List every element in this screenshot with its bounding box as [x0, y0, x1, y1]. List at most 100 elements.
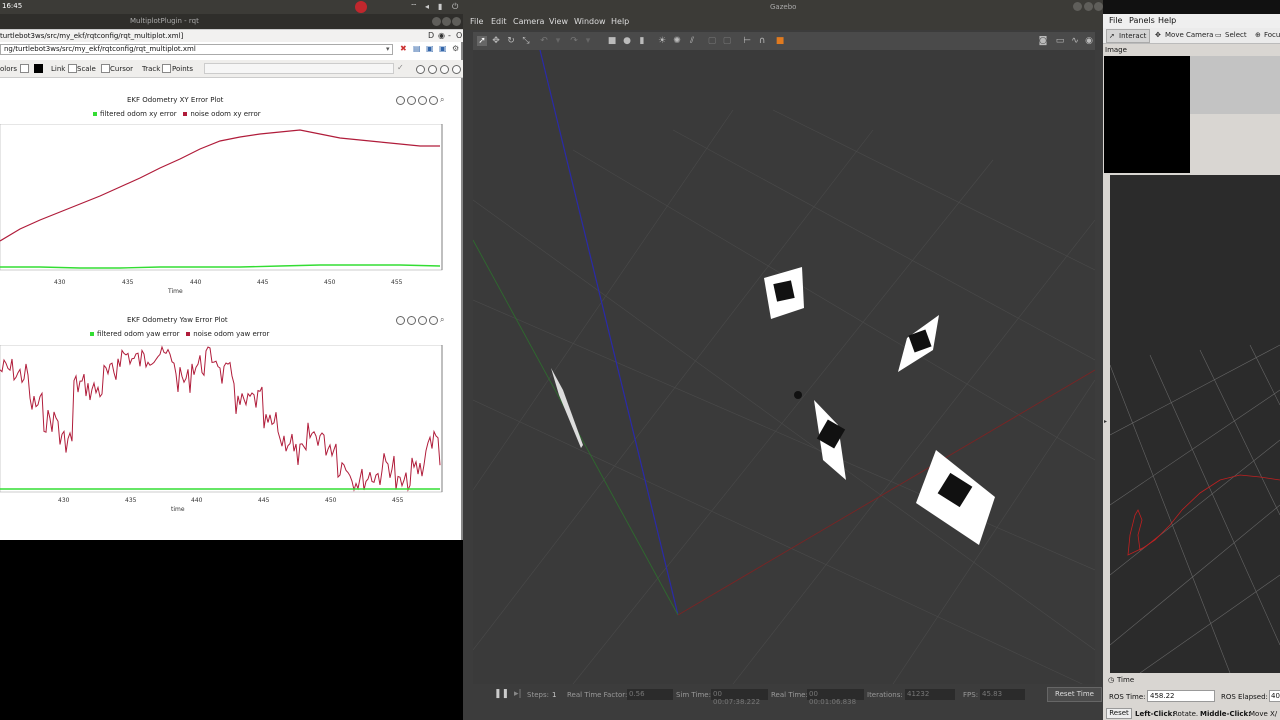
plot1-pause-icon[interactable]: [396, 96, 405, 105]
point-light-icon[interactable]: ☀: [657, 36, 667, 46]
plot2-canvas[interactable]: [0, 345, 446, 495]
log-icon[interactable]: ▭: [1055, 36, 1065, 46]
scale-icon[interactable]: ⤡: [521, 36, 531, 46]
menu-edit[interactable]: Edit: [491, 17, 507, 26]
menu-file[interactable]: File: [470, 17, 483, 26]
plot-icon[interactable]: ∿: [1070, 36, 1080, 46]
close-plugin-icon[interactable]: O: [456, 31, 462, 40]
battery-icon[interactable]: ▮: [438, 2, 442, 11]
reset-button[interactable]: Reset: [1106, 708, 1132, 719]
config-path-input[interactable]: ng/turtlebot3ws/src/my_ekf/rqtconfig/rqt…: [0, 44, 393, 55]
close-button[interactable]: [1094, 2, 1103, 11]
undo-icon[interactable]: ↶: [539, 36, 549, 46]
copy-icon[interactable]: ▢: [707, 36, 717, 46]
screenshot-icon[interactable]: ◙: [1038, 36, 1048, 46]
box-shape-icon[interactable]: ■: [607, 36, 617, 46]
reset-time-button[interactable]: Reset Time: [1047, 687, 1102, 702]
rviz-scene[interactable]: [1109, 175, 1280, 674]
steps-value[interactable]: 1: [552, 691, 556, 699]
menu-view[interactable]: View: [549, 17, 568, 26]
minimize-button[interactable]: [1073, 2, 1082, 11]
reload-icon[interactable]: ◉: [438, 31, 445, 40]
record-icon[interactable]: ■: [775, 36, 785, 46]
focus-icon[interactable]: ⊕: [1255, 31, 1261, 39]
rviz-menu-file[interactable]: File: [1109, 16, 1122, 25]
directional-light-icon[interactable]: ⫽: [687, 36, 697, 46]
paste-icon[interactable]: ▢: [722, 36, 732, 46]
plot1-canvas[interactable]: [0, 124, 446, 274]
plot1-zoom-icon[interactable]: ⌕: [440, 95, 444, 105]
maximize-button[interactable]: [1084, 2, 1093, 11]
align-icon[interactable]: ⊢: [742, 36, 752, 46]
rotate-icon[interactable]: ↻: [506, 36, 516, 46]
link-label[interactable]: Link: [51, 65, 65, 73]
save-icon[interactable]: ▣: [426, 44, 434, 53]
translate-icon[interactable]: ✥: [491, 36, 501, 46]
stop-icon[interactable]: [452, 65, 461, 74]
spot-light-icon[interactable]: ✺: [672, 36, 682, 46]
video-icon[interactable]: ◉: [1084, 36, 1094, 46]
settings-icon[interactable]: ⚙: [452, 44, 459, 53]
pause-icon[interactable]: ❚❚: [494, 689, 509, 699]
scene-canvas[interactable]: [473, 50, 1095, 684]
maximize-button[interactable]: [442, 17, 451, 26]
step-icon[interactable]: ▸|: [514, 689, 522, 699]
move-camera-icon[interactable]: ✥: [1155, 31, 1161, 39]
select-tool[interactable]: Select: [1225, 31, 1247, 39]
power-icon[interactable]: ⏻: [452, 2, 458, 12]
gazebo-3d-viewport[interactable]: [473, 50, 1095, 684]
menu-window[interactable]: Window: [574, 17, 606, 26]
redo-icon[interactable]: ↷: [569, 36, 579, 46]
clear-all-icon[interactable]: [440, 65, 449, 74]
cursor-checkbox[interactable]: [101, 64, 110, 73]
plot1-clear-icon[interactable]: [407, 96, 416, 105]
points-checkbox[interactable]: [162, 64, 171, 73]
scale-label[interactable]: Scale: [77, 65, 96, 73]
close-button[interactable]: [452, 17, 461, 26]
rviz-3d-view[interactable]: [1109, 175, 1280, 674]
select-arrow-icon[interactable]: ➚: [477, 36, 487, 46]
wifi-icon[interactable]: ⌔: [410, 2, 418, 12]
cylinder-shape-icon[interactable]: ▮: [637, 36, 647, 46]
plot2-pause-icon[interactable]: [396, 316, 405, 325]
save-as-icon[interactable]: ▣: [439, 44, 447, 53]
plot1-stop-icon[interactable]: [418, 96, 427, 105]
checkmark-icon[interactable]: ✓: [397, 63, 404, 72]
rviz-side-splitter[interactable]: ▸: [1103, 173, 1110, 675]
background-color-swatch[interactable]: [20, 64, 29, 73]
wall-panel[interactable]: [551, 368, 583, 448]
menu-camera[interactable]: Camera: [513, 17, 544, 26]
plot1-settings-icon[interactable]: [429, 96, 438, 105]
play-icon[interactable]: [416, 65, 425, 74]
redo-dropdown-icon[interactable]: ▾: [583, 36, 593, 46]
minus-icon[interactable]: -: [448, 31, 451, 40]
points-label[interactable]: Points: [172, 65, 193, 73]
move-camera-tool[interactable]: Move Camera: [1165, 31, 1213, 39]
sphere-shape-icon[interactable]: ●: [622, 36, 632, 46]
collapse-arrow-icon[interactable]: ▸: [1104, 418, 1107, 425]
undo-dropdown-icon[interactable]: ▾: [553, 36, 563, 46]
plot2-clear-icon[interactable]: [407, 316, 416, 325]
pause-icon[interactable]: [428, 65, 437, 74]
select-icon[interactable]: ▭: [1215, 31, 1222, 39]
scale-checkbox[interactable]: [68, 64, 77, 73]
foreground-color-swatch[interactable]: [34, 64, 43, 73]
menu-help[interactable]: Help: [611, 17, 629, 26]
snap-icon[interactable]: ∩: [757, 36, 767, 46]
rviz-menu-help[interactable]: Help: [1158, 16, 1176, 25]
cursor-label[interactable]: Cursor: [110, 65, 133, 73]
track-label[interactable]: Track: [142, 65, 160, 73]
minimize-button[interactable]: [432, 17, 441, 26]
volume-icon[interactable]: ◂: [425, 2, 429, 11]
open-file-icon[interactable]: ▤: [413, 44, 421, 53]
plot2-settings-icon[interactable]: [429, 316, 438, 325]
dropdown-arrow-icon[interactable]: ▾: [386, 45, 390, 53]
plot2-stop-icon[interactable]: [418, 316, 427, 325]
robot-model[interactable]: [794, 391, 802, 399]
plot2-zoom-icon[interactable]: ⌕: [440, 315, 444, 325]
clear-icon[interactable]: ✖: [400, 44, 407, 53]
focus-tool[interactable]: Focus: [1264, 31, 1280, 39]
rviz-menu-panels[interactable]: Panels: [1129, 16, 1155, 25]
interact-tool[interactable]: ➚ Interact: [1106, 29, 1150, 43]
filter-input[interactable]: [204, 63, 394, 74]
